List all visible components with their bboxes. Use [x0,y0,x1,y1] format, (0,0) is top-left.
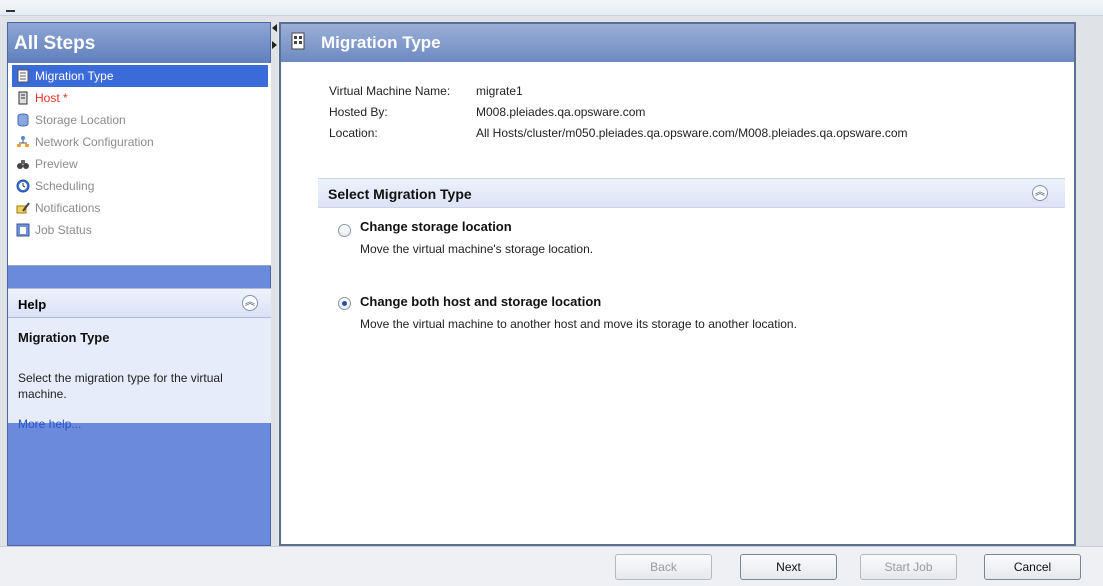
step-migration-type[interactable]: Migration Type [12,65,268,87]
help-collapse-icon[interactable]: ︽ [242,295,258,311]
info-value: All Hosts/cluster/m050.pleiades.qa.opswa… [476,126,908,140]
step-label: Storage Location [35,113,126,127]
step-job-status[interactable]: Job Status [12,219,268,241]
cancel-button[interactable]: Cancel [984,554,1081,580]
radio-selected-dot [342,301,347,306]
section-title: Select Migration Type [328,186,472,202]
step-storage-location[interactable]: Storage Location [12,109,268,131]
page-title: Migration Type [321,33,441,52]
window-menu-icon [6,3,15,12]
step-scheduling[interactable]: Scheduling [12,175,268,197]
migration-type-icon [291,32,305,50]
network-icon [16,135,30,149]
envelope-pen-icon [16,201,30,215]
help-body: Migration Type Select the migration type… [8,318,272,431]
start-job-button[interactable]: Start Job [860,554,957,580]
binoculars-icon [16,157,30,171]
step-label: Host * [35,91,68,105]
step-label: Migration Type [35,69,114,83]
option-description: Move the virtual machine to another host… [360,317,797,331]
info-label: Hosted By: [329,105,388,119]
back-button[interactable]: Back [615,554,712,580]
clock-icon [16,179,30,193]
steps-panel-title: All Steps [8,23,270,63]
main-header: Migration Type [281,24,1074,62]
step-label: Job Status [35,223,92,237]
server-icon [16,91,30,105]
help-title: Help [18,297,47,312]
info-value: migrate1 [476,84,523,98]
help-header: Help ︽ [8,288,272,318]
info-value: M008.pleiades.qa.opsware.com [476,105,646,119]
help-text: Select the migration type for the virtua… [18,371,223,401]
radio-change-host-and-storage[interactable] [338,297,351,310]
select-migration-type-section: Select Migration Type ︽ [318,178,1065,208]
database-icon [16,113,30,127]
info-label: Virtual Machine Name: [329,84,451,98]
panel-splitter[interactable] [271,22,279,546]
option-title[interactable]: Change storage location [360,219,512,234]
step-host[interactable]: Host * [12,87,268,109]
help-heading: Migration Type [18,330,110,345]
top-strip [0,0,1103,16]
main-panel: Migration Type Virtual Machine Name: mig… [279,22,1076,546]
section-collapse-icon[interactable]: ︽ [1032,185,1048,201]
expand-right-arrow-icon[interactable] [272,41,277,49]
step-notifications[interactable]: Notifications [12,197,268,219]
step-label: Network Configuration [35,135,154,149]
job-status-icon [16,223,30,237]
page-icon [16,69,30,83]
info-label: Location: [329,126,378,140]
step-label: Preview [35,157,78,171]
option-description: Move the virtual machine's storage locat… [360,242,594,256]
more-help-link[interactable]: More help... [18,417,81,431]
next-button[interactable]: Next [740,554,837,580]
collapse-left-arrow-icon[interactable] [272,24,277,32]
bottom-button-bar: Back Next Start Job Cancel [0,546,1103,586]
radio-change-storage[interactable] [338,224,351,237]
left-panel: All Steps Migration Type Host * Storage … [7,22,272,546]
step-network-configuration[interactable]: Network Configuration [12,131,268,153]
step-label: Notifications [35,201,101,215]
steps-list: Migration Type Host * Storage Location N… [8,63,272,266]
step-label: Scheduling [35,179,95,193]
option-title[interactable]: Change both host and storage location [360,294,601,309]
step-preview[interactable]: Preview [12,153,268,175]
